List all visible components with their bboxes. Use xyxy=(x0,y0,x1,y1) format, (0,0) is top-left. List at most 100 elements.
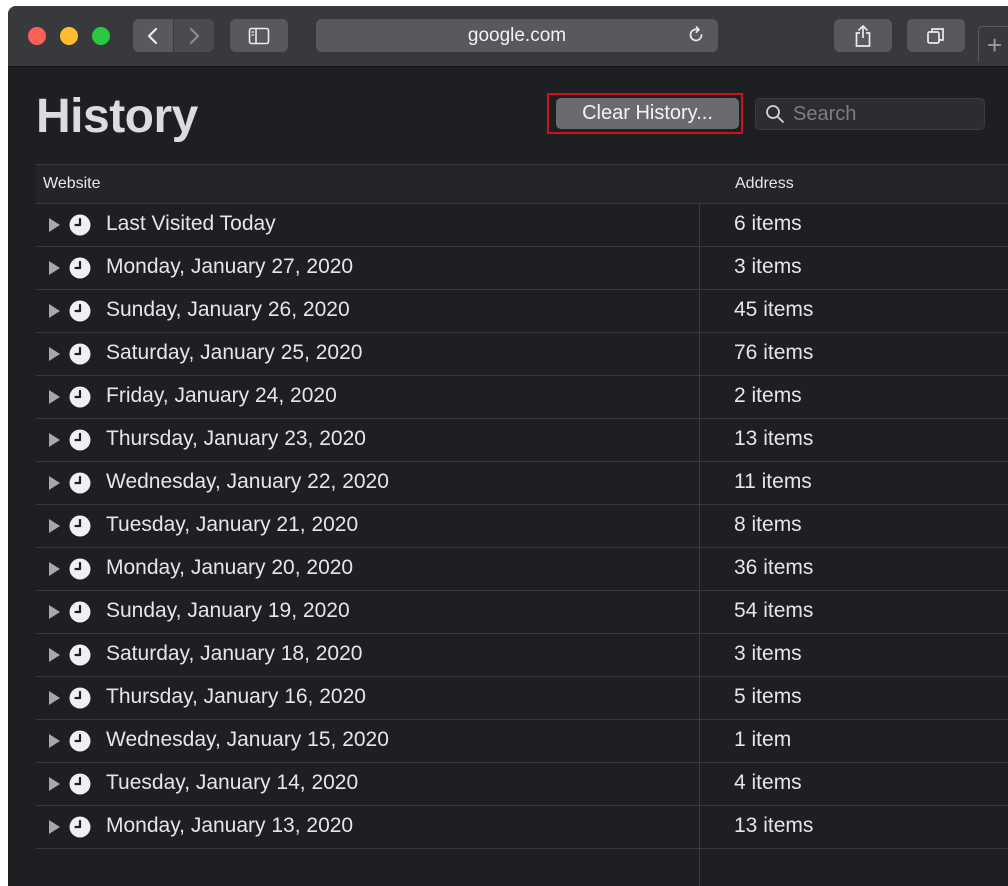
row-item-count: 13 items xyxy=(734,427,814,450)
disclosure-triangle-icon[interactable] xyxy=(49,562,60,576)
disclosure-triangle-icon[interactable] xyxy=(49,261,60,275)
row-date-label: Monday, January 13, 2020 xyxy=(106,814,354,837)
back-button[interactable] xyxy=(133,19,173,52)
row-date-label: Saturday, January 25, 2020 xyxy=(106,341,363,364)
disclosure-triangle-icon[interactable] xyxy=(49,519,60,533)
tabs-overview-icon xyxy=(927,27,944,44)
row-date-label: Saturday, January 18, 2020 xyxy=(106,642,363,665)
clock-icon xyxy=(69,214,91,236)
row-date-label: Wednesday, January 22, 2020 xyxy=(106,470,389,493)
new-tab-icon: + xyxy=(987,30,1003,60)
disclosure-triangle-icon[interactable] xyxy=(49,218,60,232)
table-row[interactable]: Sunday, January 19, 2020 54 items xyxy=(36,591,1008,634)
disclosure-triangle-icon[interactable] xyxy=(49,820,60,834)
row-item-count: 3 items xyxy=(734,255,802,278)
row-item-count: 1 item xyxy=(734,728,792,751)
share-icon xyxy=(855,24,871,47)
clear-history-button[interactable]: Clear History... xyxy=(556,98,739,129)
disclosure-triangle-icon[interactable] xyxy=(49,691,60,705)
row-item-count: 4 items xyxy=(734,771,802,794)
table-row[interactable]: Thursday, January 16, 2020 5 items xyxy=(36,677,1008,720)
row-date-label: Tuesday, January 21, 2020 xyxy=(106,513,359,536)
row-date-label: Sunday, January 26, 2020 xyxy=(106,298,350,321)
address-text: google.com xyxy=(467,24,567,46)
table-row[interactable]: Tuesday, January 21, 2020 8 items xyxy=(36,505,1008,548)
table-row[interactable]: Saturday, January 25, 2020 76 items xyxy=(36,333,1008,376)
zoom-window-button[interactable] xyxy=(92,27,110,45)
minimize-window-button[interactable] xyxy=(60,27,78,45)
nav-buttons xyxy=(133,19,214,52)
disclosure-triangle-icon[interactable] xyxy=(49,390,60,404)
table-row[interactable]: Monday, January 27, 2020 3 items xyxy=(36,247,1008,290)
disclosure-triangle-icon[interactable] xyxy=(49,347,60,361)
disclosure-triangle-icon[interactable] xyxy=(49,648,60,662)
clock-icon xyxy=(69,773,91,795)
row-date-label: Tuesday, January 14, 2020 xyxy=(106,771,359,794)
row-item-count: 13 items xyxy=(734,814,814,837)
sidebar-button[interactable] xyxy=(230,19,288,52)
table-row[interactable]: Thursday, January 23, 2020 13 items xyxy=(36,419,1008,462)
clock-icon xyxy=(69,429,91,451)
close-window-button[interactable] xyxy=(28,27,46,45)
disclosure-triangle-icon[interactable] xyxy=(49,433,60,447)
table-row[interactable]: Friday, January 24, 2020 2 items xyxy=(36,376,1008,419)
disclosure-triangle-icon[interactable] xyxy=(49,476,60,490)
forward-icon xyxy=(189,27,200,44)
row-item-count: 76 items xyxy=(734,341,814,364)
tabs-overview-button[interactable] xyxy=(907,19,965,52)
clock-icon xyxy=(69,558,91,580)
table-row[interactable]: Saturday, January 18, 2020 3 items xyxy=(36,634,1008,677)
row-date-label: Monday, January 20, 2020 xyxy=(106,556,354,579)
browser-window: google.com + History Clear History... Se… xyxy=(8,6,1008,886)
toolbar: google.com + xyxy=(8,6,1008,67)
row-item-count: 45 items xyxy=(734,298,814,321)
table-row[interactable]: Sunday, January 26, 2020 45 items xyxy=(36,290,1008,333)
clock-icon xyxy=(69,386,91,408)
table-row[interactable]: Wednesday, January 22, 2020 11 items xyxy=(36,462,1008,505)
clock-icon xyxy=(69,472,91,494)
clock-icon xyxy=(69,816,91,838)
page-title: History xyxy=(36,90,198,143)
table-row[interactable]: Tuesday, January 14, 2020 4 items xyxy=(36,763,1008,806)
search-icon xyxy=(765,104,785,124)
address-bar[interactable]: google.com xyxy=(316,19,718,52)
reload-icon xyxy=(689,26,703,42)
row-item-count: 8 items xyxy=(734,513,802,536)
new-tab-button[interactable]: + xyxy=(978,26,1008,62)
clock-icon xyxy=(69,515,91,537)
row-item-count: 3 items xyxy=(734,642,802,665)
table-header: Website Address xyxy=(36,164,1008,204)
column-header-website[interactable]: Website xyxy=(43,175,101,193)
clock-icon xyxy=(69,300,91,322)
table-row[interactable]: Monday, January 20, 2020 36 items xyxy=(36,548,1008,591)
row-item-count: 5 items xyxy=(734,685,802,708)
column-header-address[interactable]: Address xyxy=(735,175,794,193)
clock-icon xyxy=(69,601,91,623)
forward-button[interactable] xyxy=(174,19,214,52)
row-item-count: 2 items xyxy=(734,384,802,407)
row-item-count: 36 items xyxy=(734,556,814,579)
row-date-label: Thursday, January 16, 2020 xyxy=(106,685,366,708)
row-date-label: Thursday, January 23, 2020 xyxy=(106,427,366,450)
sidebar-icon xyxy=(248,27,270,44)
search-field[interactable] xyxy=(755,98,985,130)
row-item-count: 11 items xyxy=(734,470,812,493)
disclosure-triangle-icon[interactable] xyxy=(49,777,60,791)
row-date-label: Monday, January 27, 2020 xyxy=(106,255,354,278)
search-input[interactable] xyxy=(791,101,975,127)
row-item-count: 54 items xyxy=(734,599,814,622)
row-date-label: Last Visited Today xyxy=(106,212,276,235)
row-date-label: Wednesday, January 15, 2020 xyxy=(106,728,389,751)
back-icon xyxy=(147,27,158,44)
row-date-label: Friday, January 24, 2020 xyxy=(106,384,337,407)
row-date-label: Sunday, January 19, 2020 xyxy=(106,599,350,622)
disclosure-triangle-icon[interactable] xyxy=(49,605,60,619)
table-row[interactable]: Monday, January 13, 2020 13 items xyxy=(36,806,1008,849)
share-button[interactable] xyxy=(834,19,892,52)
disclosure-triangle-icon[interactable] xyxy=(49,304,60,318)
table-body: Last Visited Today 6 items Monday, January… xyxy=(36,204,1008,849)
table-row[interactable]: Wednesday, January 15, 2020 1 item xyxy=(36,720,1008,763)
reload-button[interactable] xyxy=(686,25,706,51)
table-row[interactable]: Last Visited Today 6 items xyxy=(36,204,1008,247)
disclosure-triangle-icon[interactable] xyxy=(49,734,60,748)
